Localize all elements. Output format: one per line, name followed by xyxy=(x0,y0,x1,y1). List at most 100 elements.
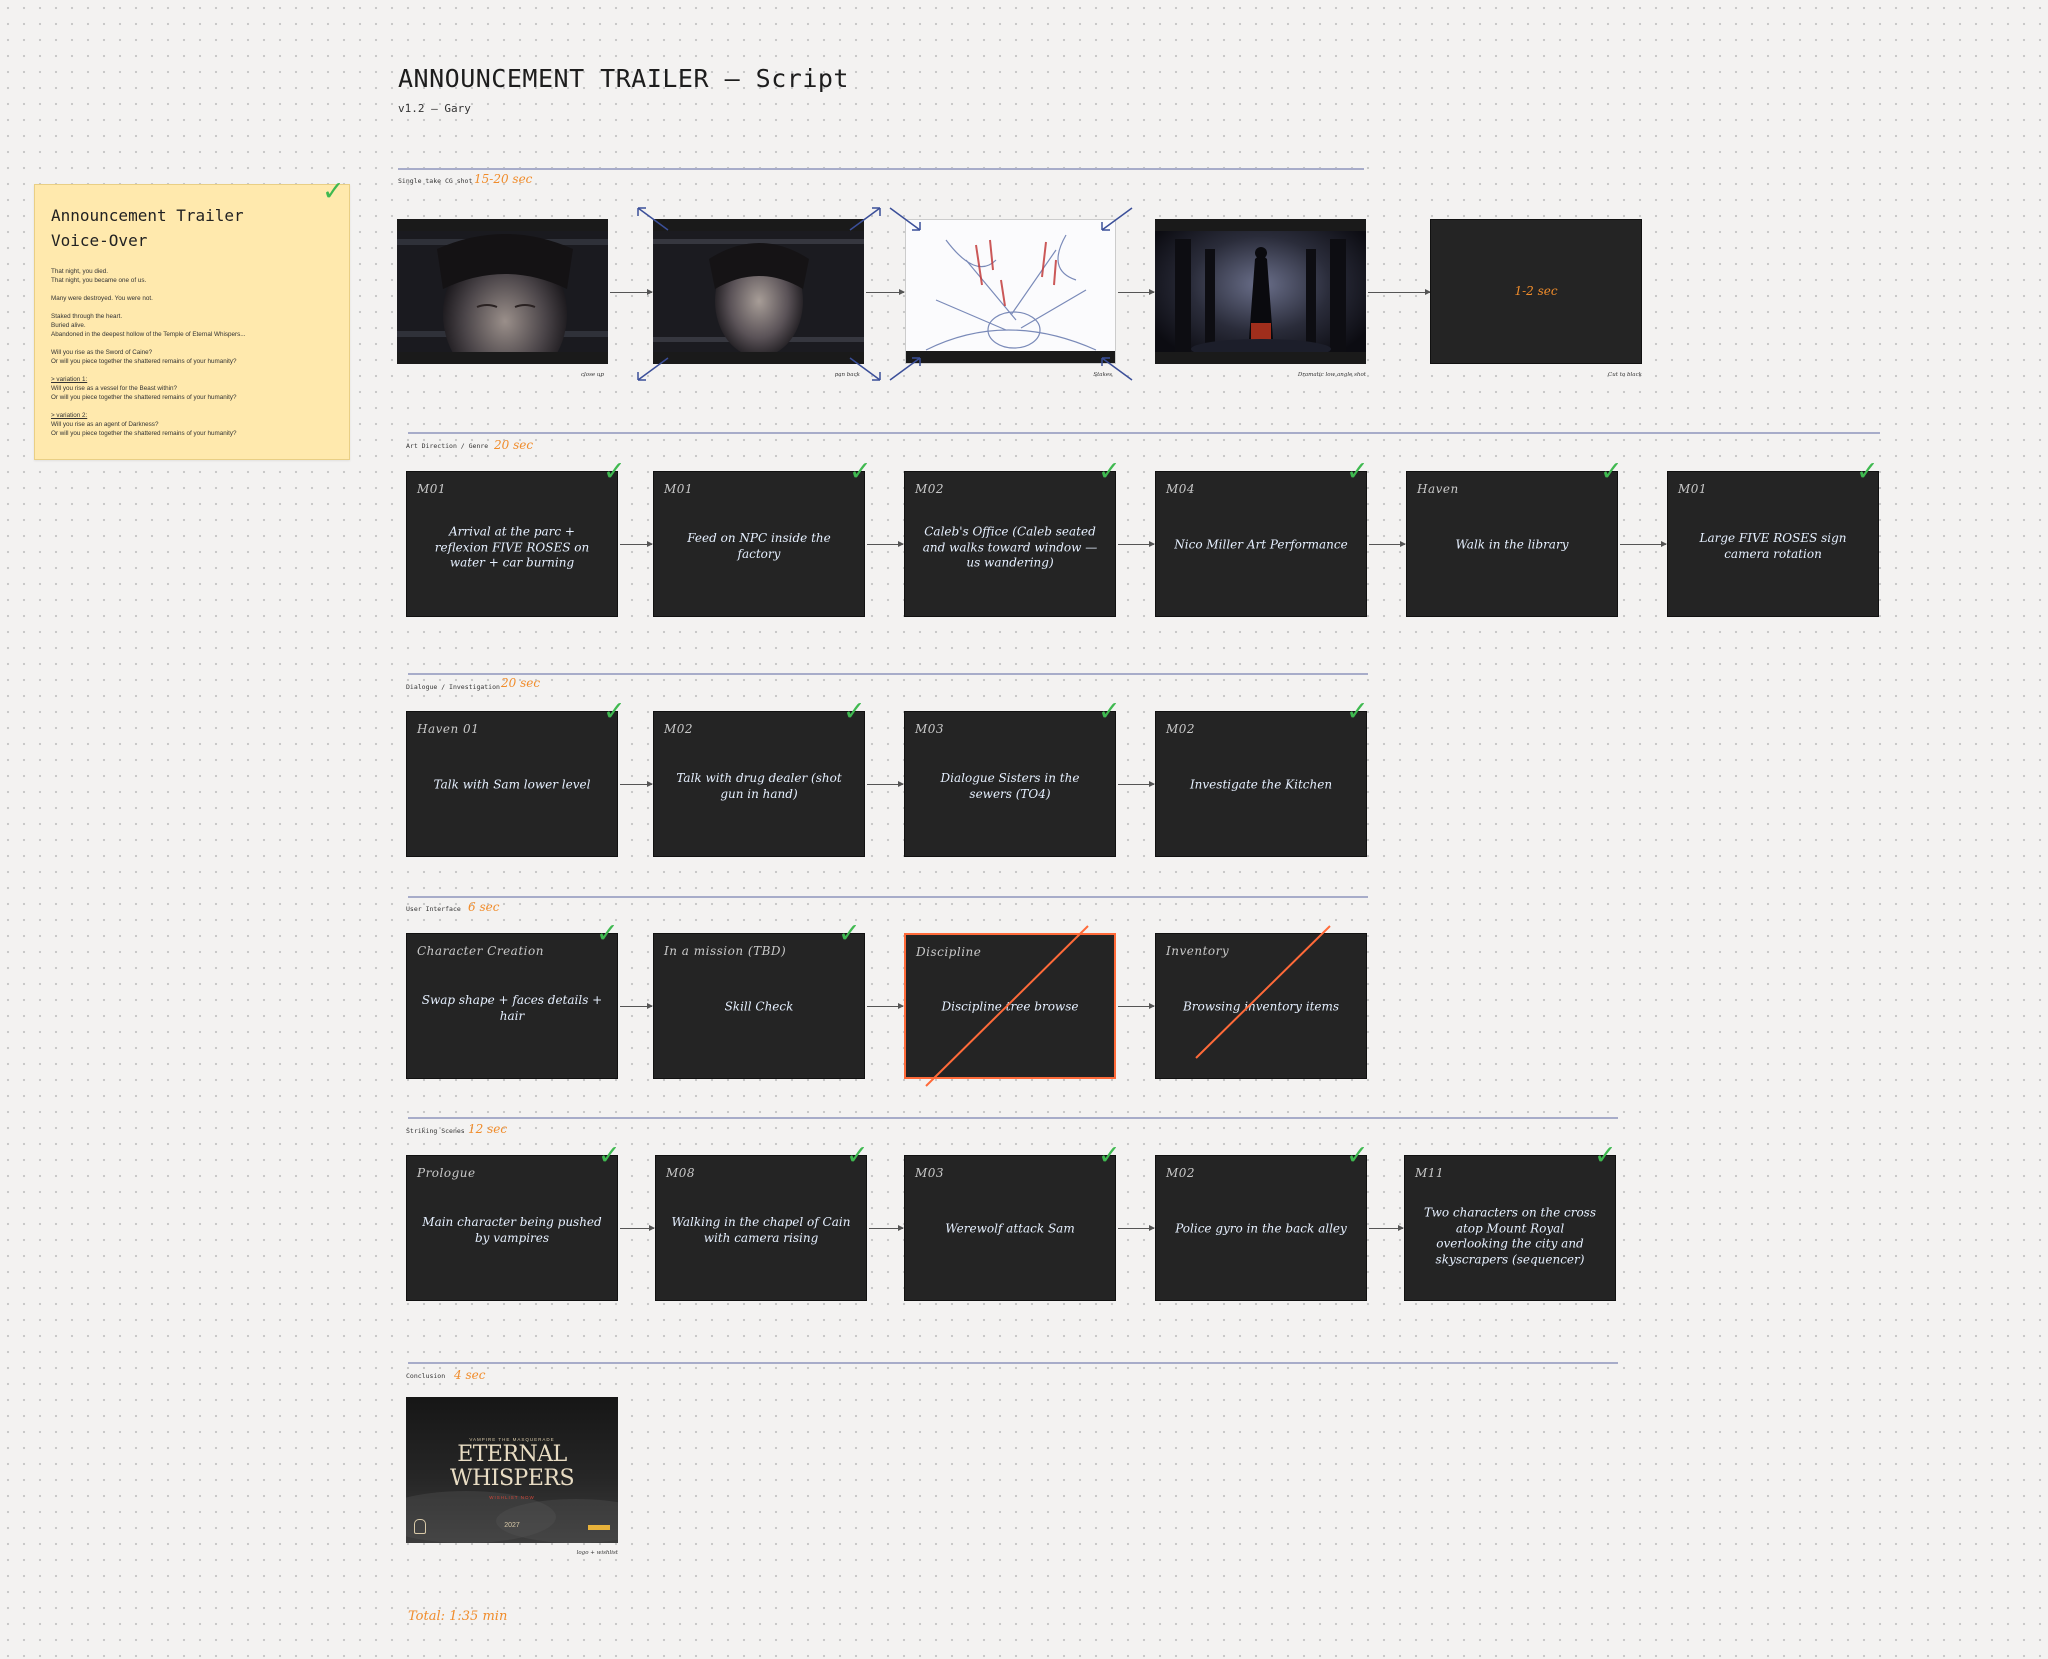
scene-card[interactable]: M11 Two characters on the cross atop Mou… xyxy=(1404,1155,1616,1301)
card-description: Discipline tree browse xyxy=(941,999,1079,1014)
page-title: ANNOUNCEMENT TRAILER — Script xyxy=(398,64,849,93)
section-duration: 15-20 sec xyxy=(474,172,533,186)
section-duration: 12 sec xyxy=(468,1122,508,1136)
checkmark-icon: ✓ xyxy=(1346,456,1369,487)
voiceover-title: Announcement Trailer Voice-Over xyxy=(51,206,244,250)
card-mission-tag: M02 xyxy=(664,722,694,736)
shot-card-face-closeup[interactable] xyxy=(397,219,608,364)
black-duration-label: 1-2 sec xyxy=(1514,284,1558,298)
shot-card-pan-back[interactable] xyxy=(653,219,864,364)
section-divider xyxy=(408,1362,1618,1364)
shot-caption: Cut to black xyxy=(1608,372,1642,378)
flow-arrow xyxy=(867,541,904,547)
voiceover-line: Will you rise as the Sword of Caine? xyxy=(51,349,153,356)
scene-card[interactable]: In a mission (TBD) Skill Check xyxy=(653,933,865,1079)
checkmark-icon: ✓ xyxy=(596,918,619,949)
studio-emblem-icon xyxy=(414,1519,426,1534)
card-mission-tag: M11 xyxy=(1415,1166,1445,1180)
poster-title-line-1: ETERNAL xyxy=(457,1442,567,1467)
scene-card[interactable]: M08 Walking in the chapel of Cain with c… xyxy=(655,1155,867,1301)
scene-card[interactable]: M01 Feed on NPC inside the factory xyxy=(653,471,865,617)
card-description: Skill Check xyxy=(724,999,794,1014)
checkmark-icon: ✓ xyxy=(322,176,345,207)
card-mission-tag: M01 xyxy=(417,482,447,496)
letterbox-top xyxy=(397,219,608,231)
poster-wishlist-cta: WISHLIST NOW xyxy=(489,1495,535,1500)
card-description: Feed on NPC inside the factory xyxy=(687,530,831,561)
shot-card-cathedral[interactable] xyxy=(1155,219,1366,364)
section-divider xyxy=(408,673,1368,675)
card-description: Werewolf attack Sam xyxy=(945,1221,1075,1236)
card-mission-tag: M04 xyxy=(1166,482,1196,496)
card-mission-tag: M02 xyxy=(915,482,945,496)
voiceover-line xyxy=(51,285,343,294)
letterbox-bottom xyxy=(906,351,1115,363)
card-mission-tag: In a mission (TBD) xyxy=(664,944,787,958)
checkmark-icon: ✓ xyxy=(1346,1140,1369,1171)
flow-arrow xyxy=(1369,541,1406,547)
scene-card[interactable]: M01 Large FIVE ROSES sign camera rotatio… xyxy=(1667,471,1879,617)
voiceover-line: Will you rise as a vessel for the Beast … xyxy=(51,385,177,392)
scene-card-inventory-cut[interactable]: Inventory Browsing inventory items xyxy=(1155,933,1367,1079)
scene-card[interactable]: M02 Police gyro in the back alley xyxy=(1155,1155,1367,1301)
checkmark-icon: ✓ xyxy=(1098,456,1121,487)
flow-arrow xyxy=(1118,289,1155,295)
scene-card[interactable]: Haven 01 Talk with Sam lower level xyxy=(406,711,618,857)
scene-card[interactable]: M04 Nico Miller Art Performance xyxy=(1155,471,1367,617)
card-description: Walk in the library xyxy=(1455,537,1569,552)
checkmark-icon: ✓ xyxy=(598,1140,621,1171)
scene-card[interactable]: M02 Caleb's Office (Caleb seated and wal… xyxy=(904,471,1116,617)
letterbox-top xyxy=(1155,219,1366,231)
checkmark-icon: ✓ xyxy=(603,456,626,487)
flow-arrow xyxy=(1118,1003,1155,1009)
letterbox-bottom xyxy=(1155,352,1366,364)
voiceover-variation-label: > variation 2: xyxy=(51,412,88,419)
card-mission-tag: Haven 01 xyxy=(417,722,480,736)
checkmark-icon: ✓ xyxy=(603,696,626,727)
voiceover-text: That night, you died. That night, you be… xyxy=(51,267,343,438)
flow-arrow xyxy=(1118,781,1155,787)
card-description: Two characters on the cross atop Mount R… xyxy=(1424,1205,1596,1267)
face-closeup-image xyxy=(397,219,608,364)
voiceover-line: Will you rise as an agent of Darkness? xyxy=(51,421,159,428)
scene-card[interactable]: Character Creation Swap shape + faces de… xyxy=(406,933,618,1079)
voiceover-line xyxy=(51,339,343,348)
section-label: Striking Scenes xyxy=(406,1127,465,1135)
card-description: Walking in the chapel of Cain with camer… xyxy=(671,1214,851,1245)
shot-card-cut-to-black[interactable]: 1-2 sec xyxy=(1430,219,1642,364)
checkmark-icon: ✓ xyxy=(1346,696,1369,727)
section-duration: 4 sec xyxy=(454,1368,486,1382)
scene-card[interactable]: M03 Werewolf attack Sam xyxy=(904,1155,1116,1301)
section-label: Single take CG shot xyxy=(398,177,473,185)
card-description: Caleb's Office (Caleb seated and walks t… xyxy=(922,524,1098,570)
scene-card[interactable]: M02 Investigate the Kitchen xyxy=(1155,711,1367,857)
card-description: Nico Miller Art Performance xyxy=(1174,537,1348,552)
card-description: Swap shape + faces details + hair xyxy=(421,992,603,1023)
scene-card[interactable]: M03 Dialogue Sisters in the sewers (TO4) xyxy=(904,711,1116,857)
card-description: Police gyro in the back alley xyxy=(1175,1221,1347,1236)
checkmark-icon: ✓ xyxy=(838,918,861,949)
card-mission-tag: Inventory xyxy=(1166,944,1230,958)
section-divider xyxy=(398,168,1364,170)
card-mission-tag: M02 xyxy=(1166,722,1196,736)
shot-card-stakes-sketch[interactable] xyxy=(905,219,1116,364)
game-logo-poster[interactable]: VAMPIRE THE MASQUERADE ETERNAL WHISPERS … xyxy=(406,1397,618,1543)
shot-caption: Stakes xyxy=(1093,372,1112,378)
scene-card[interactable]: M02 Talk with drug dealer (shot gun in h… xyxy=(653,711,865,857)
flow-arrow xyxy=(1118,1225,1155,1231)
letterbox-bottom xyxy=(653,352,864,364)
section-divider xyxy=(408,432,1880,434)
scene-card[interactable]: M01 Arrival at the parc + reflexion FIVE… xyxy=(406,471,618,617)
scene-card[interactable]: Haven Walk in the library xyxy=(1406,471,1618,617)
scene-card-discipline-cut[interactable]: Discipline Discipline tree browse xyxy=(904,933,1116,1079)
section-divider xyxy=(408,1117,1618,1119)
face-pan-back-image xyxy=(653,219,864,364)
flow-arrow xyxy=(1118,541,1155,547)
checkmark-icon: ✓ xyxy=(846,1140,869,1171)
voiceover-sticky-note[interactable]: Announcement Trailer Voice-Over That nig… xyxy=(34,184,350,460)
scene-card[interactable]: Prologue Main character being pushed by … xyxy=(406,1155,618,1301)
card-mission-tag: M08 xyxy=(666,1166,696,1180)
shot-caption: pan back xyxy=(834,372,860,378)
section-duration: 6 sec xyxy=(468,900,500,914)
checkmark-icon: ✓ xyxy=(1600,456,1623,487)
